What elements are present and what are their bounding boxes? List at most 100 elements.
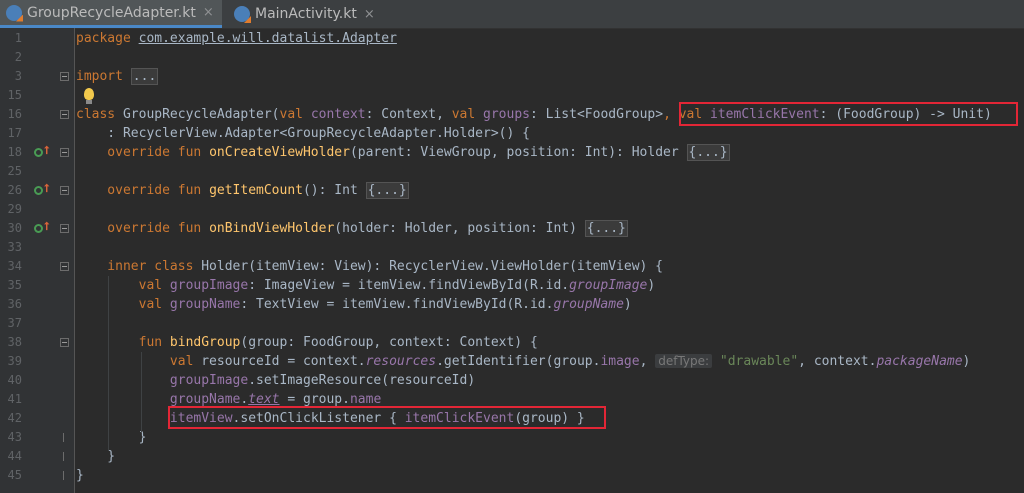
- code-line[interactable]: 26 override fun getItemCount(): Int {...…: [0, 181, 1024, 200]
- code-line[interactable]: 33: [0, 238, 1024, 257]
- code-line[interactable]: 1 package com.example.will.datalist.Adapt…: [0, 29, 1024, 48]
- line-number: 17: [7, 126, 22, 140]
- highlight-box-item-click-param: [679, 102, 1018, 126]
- code-line[interactable]: 44 }: [0, 447, 1024, 466]
- fold-end-marker: [63, 433, 64, 442]
- identifier: groupImage: [569, 278, 648, 293]
- code-line[interactable]: 35 val groupImage: ImageView = itemView.…: [0, 276, 1024, 295]
- code-content: }: [76, 466, 84, 485]
- folded-code[interactable]: {...}: [686, 144, 730, 161]
- close-tab-icon[interactable]: ×: [364, 7, 375, 22]
- keyword: override fun: [76, 145, 210, 160]
- fold-toggle-icon[interactable]: [60, 72, 69, 81]
- identifier: packageName: [876, 354, 963, 369]
- line-number: 15: [7, 88, 22, 102]
- fold-toggle-icon[interactable]: [60, 148, 69, 157]
- code-text: }: [76, 430, 147, 445]
- close-tab-icon[interactable]: ×: [203, 5, 214, 20]
- function-name: onBindViewHolder: [209, 221, 335, 236]
- code-text: ): [623, 297, 632, 312]
- line-number: 43: [7, 430, 22, 444]
- code-line[interactable]: 39 val resourceId = context.resources.ge…: [0, 352, 1024, 371]
- code-line[interactable]: 45}: [0, 466, 1024, 485]
- code-content: package com.example.will.datalist.Adapte…: [76, 29, 397, 48]
- fold-toggle-icon[interactable]: [60, 262, 69, 271]
- code-content: val groupName: TextView = itemView.findV…: [76, 295, 632, 314]
- tab-grouprecycleadapter-kt[interactable]: GroupRecycleAdapter.kt ×: [0, 0, 222, 28]
- line-number: 33: [7, 240, 22, 254]
- code-line[interactable]: 29: [0, 200, 1024, 219]
- folded-code[interactable]: ...: [130, 68, 159, 85]
- keyword: val: [76, 354, 202, 369]
- code-line[interactable]: 34 inner class Holder(itemView: View): R…: [0, 257, 1024, 276]
- package-name: com.example.will.datalist.Adapter: [138, 31, 397, 46]
- implements-icon[interactable]: [34, 224, 43, 233]
- keyword: inner class: [76, 259, 202, 274]
- code-text: (parent: ViewGroup, position: Int): Hold…: [349, 145, 687, 160]
- kotlin-file-icon: [234, 6, 250, 22]
- line-number: 42: [7, 411, 22, 425]
- line-number: 41: [7, 392, 22, 406]
- function-name: bindGroup: [169, 335, 241, 350]
- identifier: groups: [483, 107, 530, 122]
- function-name: getItemCount: [209, 183, 303, 198]
- string-literal: "drawable": [712, 354, 799, 369]
- code-text: ): [647, 278, 656, 293]
- override-arrow-icon[interactable]: ⭡: [44, 220, 49, 234]
- code-text: ,: [639, 354, 656, 369]
- identifier: name: [349, 392, 382, 407]
- keyword: package: [76, 31, 139, 46]
- fold-toggle-icon[interactable]: [60, 224, 69, 233]
- code-line[interactable]: 25: [0, 162, 1024, 181]
- code-text: : List<FoodGroup>: [530, 107, 664, 122]
- code-line[interactable]: 3 import ...: [0, 67, 1024, 86]
- line-number: 34: [7, 259, 22, 273]
- tab-label: MainActivity.kt: [255, 6, 357, 22]
- code-line[interactable]: 40 groupImage.setImageResource(resourceI…: [0, 371, 1024, 390]
- identifier: image: [600, 354, 640, 369]
- implements-icon[interactable]: [34, 186, 43, 195]
- fold-end-marker: [63, 452, 64, 461]
- indent-guide: [141, 352, 142, 432]
- tab-label: GroupRecycleAdapter.kt: [27, 4, 196, 21]
- code-line[interactable]: 2: [0, 48, 1024, 67]
- code-line[interactable]: 38 fun bindGroup(group: FoodGroup, conte…: [0, 333, 1024, 352]
- identifier: text: [248, 392, 280, 407]
- code-text: GroupRecycleAdapter(: [122, 107, 280, 122]
- implements-icon[interactable]: [34, 148, 43, 157]
- folded-code[interactable]: {...}: [365, 182, 409, 199]
- code-text: resourceId = context.: [201, 354, 366, 369]
- code-text: (group: FoodGroup, context: Context) {: [240, 335, 538, 350]
- fold-toggle-icon[interactable]: [60, 186, 69, 195]
- code-content: val resourceId = context.resources.getId…: [76, 352, 970, 371]
- code-text: : Context,: [365, 107, 452, 122]
- code-line[interactable]: 17 : RecyclerView.Adapter<GroupRecycleAd…: [0, 124, 1024, 143]
- override-arrow-icon[interactable]: ⭡: [44, 182, 49, 196]
- keyword: val: [451, 107, 484, 122]
- fold-toggle-icon[interactable]: [60, 110, 69, 119]
- override-arrow-icon[interactable]: ⭡: [44, 144, 49, 158]
- identifier: context: [310, 107, 366, 122]
- code-line[interactable]: 18 override fun onCreateViewHolder(paren…: [0, 143, 1024, 162]
- code-line[interactable]: 36 val groupName: TextView = itemView.fi…: [0, 295, 1024, 314]
- fold-toggle-icon[interactable]: [60, 338, 69, 347]
- line-number: 18: [7, 145, 22, 159]
- indent-guide: [108, 276, 109, 451]
- code-line[interactable]: 30 override fun onBindViewHolder(holder:…: [0, 219, 1024, 238]
- folded-code[interactable]: {...}: [584, 220, 628, 237]
- identifier: groupName: [553, 297, 624, 312]
- code-content: inner class Holder(itemView: View): Recy…: [76, 257, 663, 276]
- lightbulb-icon[interactable]: [84, 88, 94, 104]
- line-number: 1: [14, 31, 22, 45]
- highlight-box-click-listener: [168, 406, 606, 429]
- code-text: : TextView = itemView.findViewById(R.id.: [240, 297, 554, 312]
- code-content: override fun onCreateViewHolder(parent: …: [76, 143, 730, 162]
- line-number: 45: [7, 468, 22, 482]
- editor-tab-bar: GroupRecycleAdapter.kt × MainActivity.kt ×: [0, 0, 1024, 29]
- code-line[interactable]: 37: [0, 314, 1024, 333]
- code-text: (): Int: [302, 183, 366, 198]
- code-content: import ...: [76, 67, 159, 86]
- code-editor[interactable]: 1 package com.example.will.datalist.Adapt…: [0, 28, 1024, 493]
- tab-mainactivity-kt[interactable]: MainActivity.kt ×: [228, 0, 384, 28]
- code-line[interactable]: 43 }: [0, 428, 1024, 447]
